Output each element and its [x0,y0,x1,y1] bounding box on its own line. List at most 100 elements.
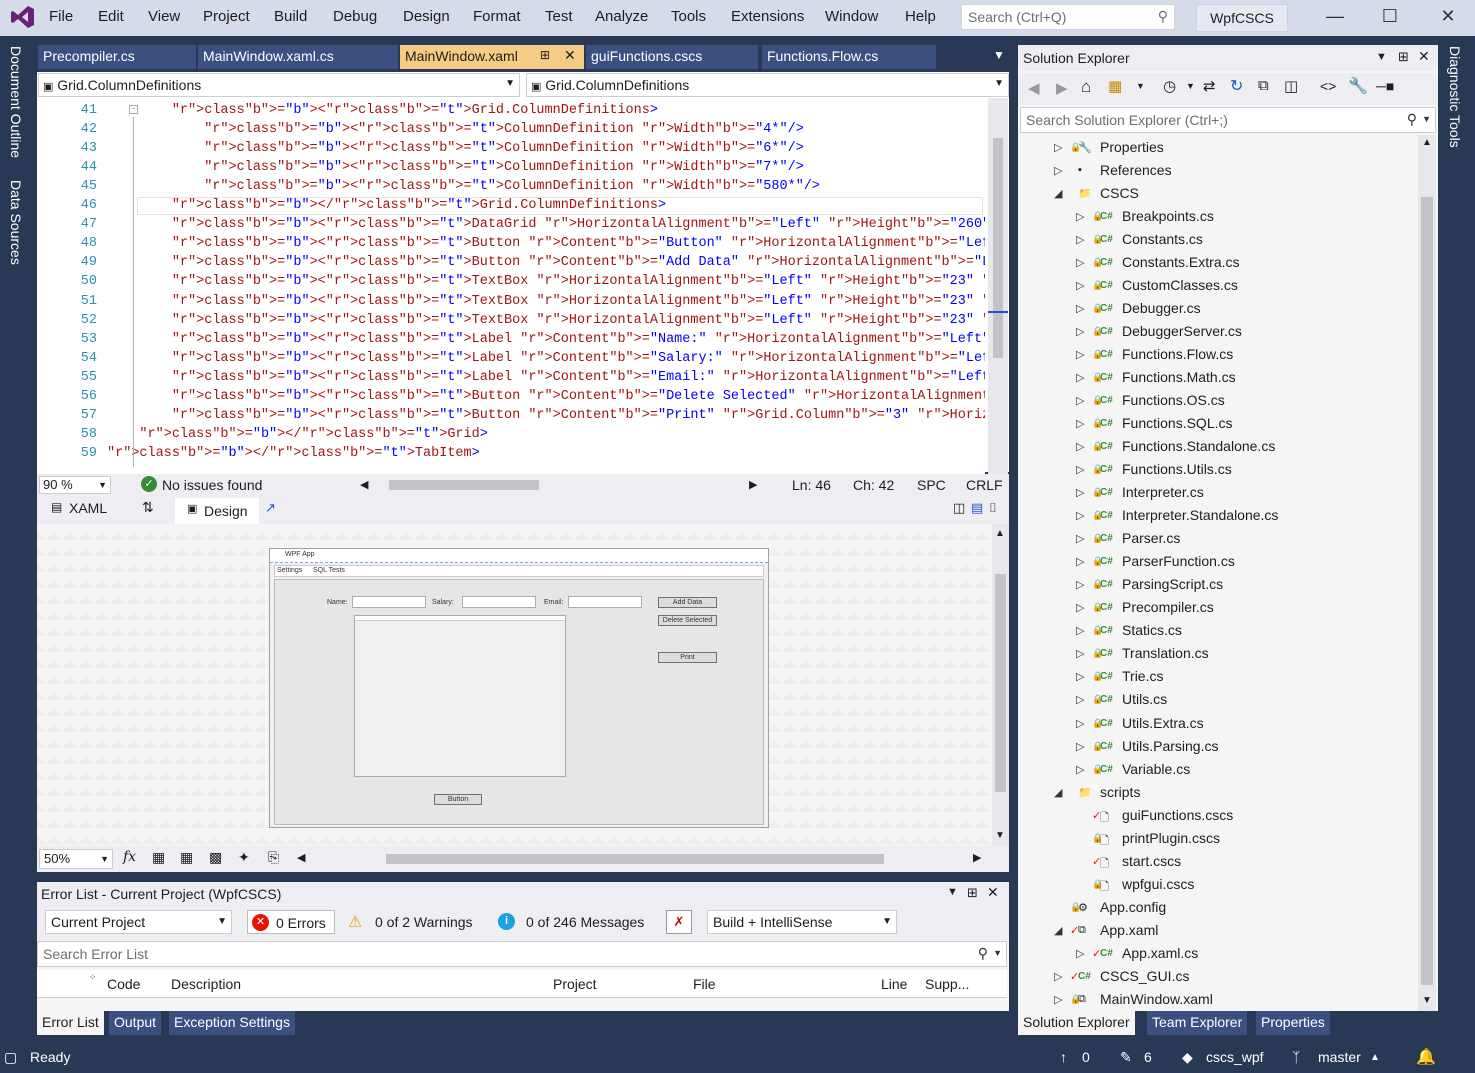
close-icon[interactable]: ✕ [1433,6,1463,27]
tree-item-label[interactable]: Trie.cs [1122,668,1163,684]
panel-menu-icon[interactable]: ▼ [1376,51,1387,63]
expand-arrow-icon[interactable]: ▷ [1054,970,1062,983]
preview-icon[interactable]: ─■ [1376,78,1394,94]
tree-item-label[interactable]: CustomClasses.cs [1122,277,1238,293]
forward-icon[interactable]: ▶ [1056,79,1068,97]
expand-arrow-icon[interactable]: ▷ [1076,486,1084,499]
code-line[interactable]: "r">class"b">="b"><"r">class"b">="t">Col… [107,141,804,156]
expand-arrow-icon[interactable]: ▷ [1076,302,1084,315]
pending-changes-icon[interactable]: ◷ [1163,77,1176,95]
tree-item-label[interactable]: Breakpoints.cs [1122,208,1214,224]
notifications-bell-icon[interactable]: 🔔 [1416,1047,1436,1067]
tree-item-label[interactable]: Properties [1100,139,1164,155]
tree-item-label[interactable]: CSCS [1100,185,1139,201]
close-panel-icon[interactable]: ✕ [987,884,999,901]
pending-edits-count[interactable]: 6 [1144,1049,1152,1065]
expand-arrow-icon[interactable]: ▷ [1054,164,1062,177]
tree-item-label[interactable]: printPlugin.cscs [1122,830,1220,846]
checker-background-icon[interactable]: ▩ [209,849,222,866]
home-icon[interactable]: ⌂ [1081,77,1091,97]
chevron-down-icon[interactable]: ▼ [1136,81,1145,91]
col-description[interactable]: Description [171,976,241,992]
expand-arrow-icon[interactable]: ▷ [1076,647,1084,660]
code-line[interactable]: "r">class"b">="b"><"r">class"b">="t">Lab… [107,370,985,385]
wpf-button-delete-selected[interactable]: Delete Selected [658,615,717,626]
branch-name[interactable]: master [1318,1049,1361,1065]
navigation-combo-right[interactable]: ▣ Grid.ColumnDefinitions ▼ [526,73,1009,97]
tree-item-label[interactable]: wpfgui.cscs [1122,876,1194,892]
tree-item-label[interactable]: DebuggerServer.cs [1122,323,1242,339]
menu-file[interactable]: File [49,8,73,25]
branch-icon[interactable]: ᛉ [1292,1049,1300,1065]
col-file[interactable]: File [693,976,716,992]
menu-project[interactable]: Project [203,8,250,25]
expand-arrow-icon[interactable]: ▷ [1076,325,1084,338]
tree-item-label[interactable]: MainWindow.xaml [1100,991,1213,1007]
tree-item-label[interactable]: guiFunctions.cscs [1122,807,1233,823]
tree-item-label[interactable]: Statics.cs [1122,622,1182,638]
menu-extensions[interactable]: Extensions [731,8,804,25]
menu-view[interactable]: View [148,8,180,25]
push-icon[interactable]: ↑ [1060,1049,1067,1065]
expand-arrow-icon[interactable]: ▷ [1076,233,1084,246]
issues-status[interactable]: No issues found [162,477,262,493]
menu-build[interactable]: Build [274,8,307,25]
expand-arrow-icon[interactable]: ▷ [1076,624,1084,637]
tree-item-label[interactable]: Functions.OS.cs [1122,392,1225,408]
swap-panes-icon[interactable]: ⇅ [142,499,154,516]
expand-arrow-icon[interactable]: ▷ [1076,947,1084,960]
collapse-region-icon[interactable]: - [129,105,138,114]
solution-search-input[interactable]: Search Solution Explorer (Ctrl+;) ⚲ ▼ [1020,107,1436,133]
tree-item-label[interactable]: References [1100,162,1172,178]
col-suppression[interactable]: Supp... [925,976,969,992]
diagnostic-tools-tab[interactable]: Diagnostic Tools [1447,46,1463,148]
tab-design[interactable]: ▣ Design [175,498,259,524]
switch-views-icon[interactable]: ▦ [1108,77,1122,95]
expand-arrow-icon[interactable]: ▷ [1076,717,1084,730]
menu-debug[interactable]: Debug [333,8,377,25]
code-line[interactable]: "r">class"b">="b"><"r">class"b">="t">But… [107,408,985,423]
wpf-textbox-salary[interactable] [462,596,536,608]
scroll-thumb[interactable] [1421,197,1433,985]
menu-help[interactable]: Help [905,8,936,25]
tab-precompiler[interactable]: Precompiler.cs [38,45,196,69]
tree-item-label[interactable]: Interpreter.cs [1122,484,1204,500]
wpf-button-button[interactable]: Button [434,794,482,805]
tab-mainwindow-xaml[interactable]: MainWindow.xaml ⊞ ✕ [400,45,584,69]
tree-item-label[interactable]: Utils.Extra.cs [1122,715,1204,731]
tab-properties[interactable]: Properties [1256,1011,1330,1035]
expand-arrow-icon[interactable]: ▷ [1076,463,1084,476]
grid-icon[interactable]: ▦ [152,849,165,866]
minimize-icon[interactable]: — [1320,6,1350,27]
properties-wrench-icon[interactable]: 🔧 [1348,76,1368,96]
tab-team-explorer[interactable]: Team Explorer [1147,1011,1248,1035]
code-line[interactable]: "r">class"b">="b"><"r">class"b">="t">Gri… [107,103,658,118]
code-line[interactable]: "r">class"b">="b"><"r">class"b">="t">Dat… [107,217,985,232]
tree-item-label[interactable]: Functions.SQL.cs [1122,415,1233,431]
tree-item-label[interactable]: Functions.Utils.cs [1122,461,1232,477]
snap-grid-icon[interactable]: ▦ [180,849,193,866]
expand-arrow-icon[interactable]: ▷ [1076,509,1084,522]
expand-arrow-icon[interactable]: ▷ [1054,141,1062,154]
expand-arrow-icon[interactable]: ▷ [1076,740,1084,753]
pin-icon[interactable]: ⊞ [540,48,550,62]
tree-item-label[interactable]: Functions.Flow.cs [1122,346,1233,362]
horizontal-scroll-thumb[interactable] [389,480,539,490]
expand-arrow-icon[interactable]: ▷ [1076,256,1084,269]
code-line[interactable]: "r">class"b">="b"></"r">class"b">="t">Gr… [107,427,487,442]
menu-analyze[interactable]: Analyze [595,8,648,25]
document-outline-tab[interactable]: Document Outline [8,46,24,158]
wpf-button-print[interactable]: Print [658,652,717,663]
repo-icon[interactable]: ◆ [1182,1049,1193,1066]
tree-item-label[interactable]: Functions.Standalone.cs [1122,438,1275,454]
design-vertical-scrollbar[interactable]: ▲ ▼ [992,524,1009,846]
code-line[interactable]: "r">class"b">="b"></"r">class"b">="t">Gr… [107,198,666,213]
chevron-up-icon[interactable]: ▲ [1370,1052,1380,1063]
expand-arrow-icon[interactable]: ▷ [1076,578,1084,591]
expand-arrow-icon[interactable]: ▷ [1076,670,1084,683]
menu-format[interactable]: Format [473,8,521,25]
tree-item-label[interactable]: ParserFunction.cs [1122,553,1235,569]
popout-icon[interactable]: ↗ [265,500,276,516]
tab-overflow-icon[interactable]: ▼ [993,48,1005,62]
tree-item-label[interactable]: scripts [1100,784,1140,800]
